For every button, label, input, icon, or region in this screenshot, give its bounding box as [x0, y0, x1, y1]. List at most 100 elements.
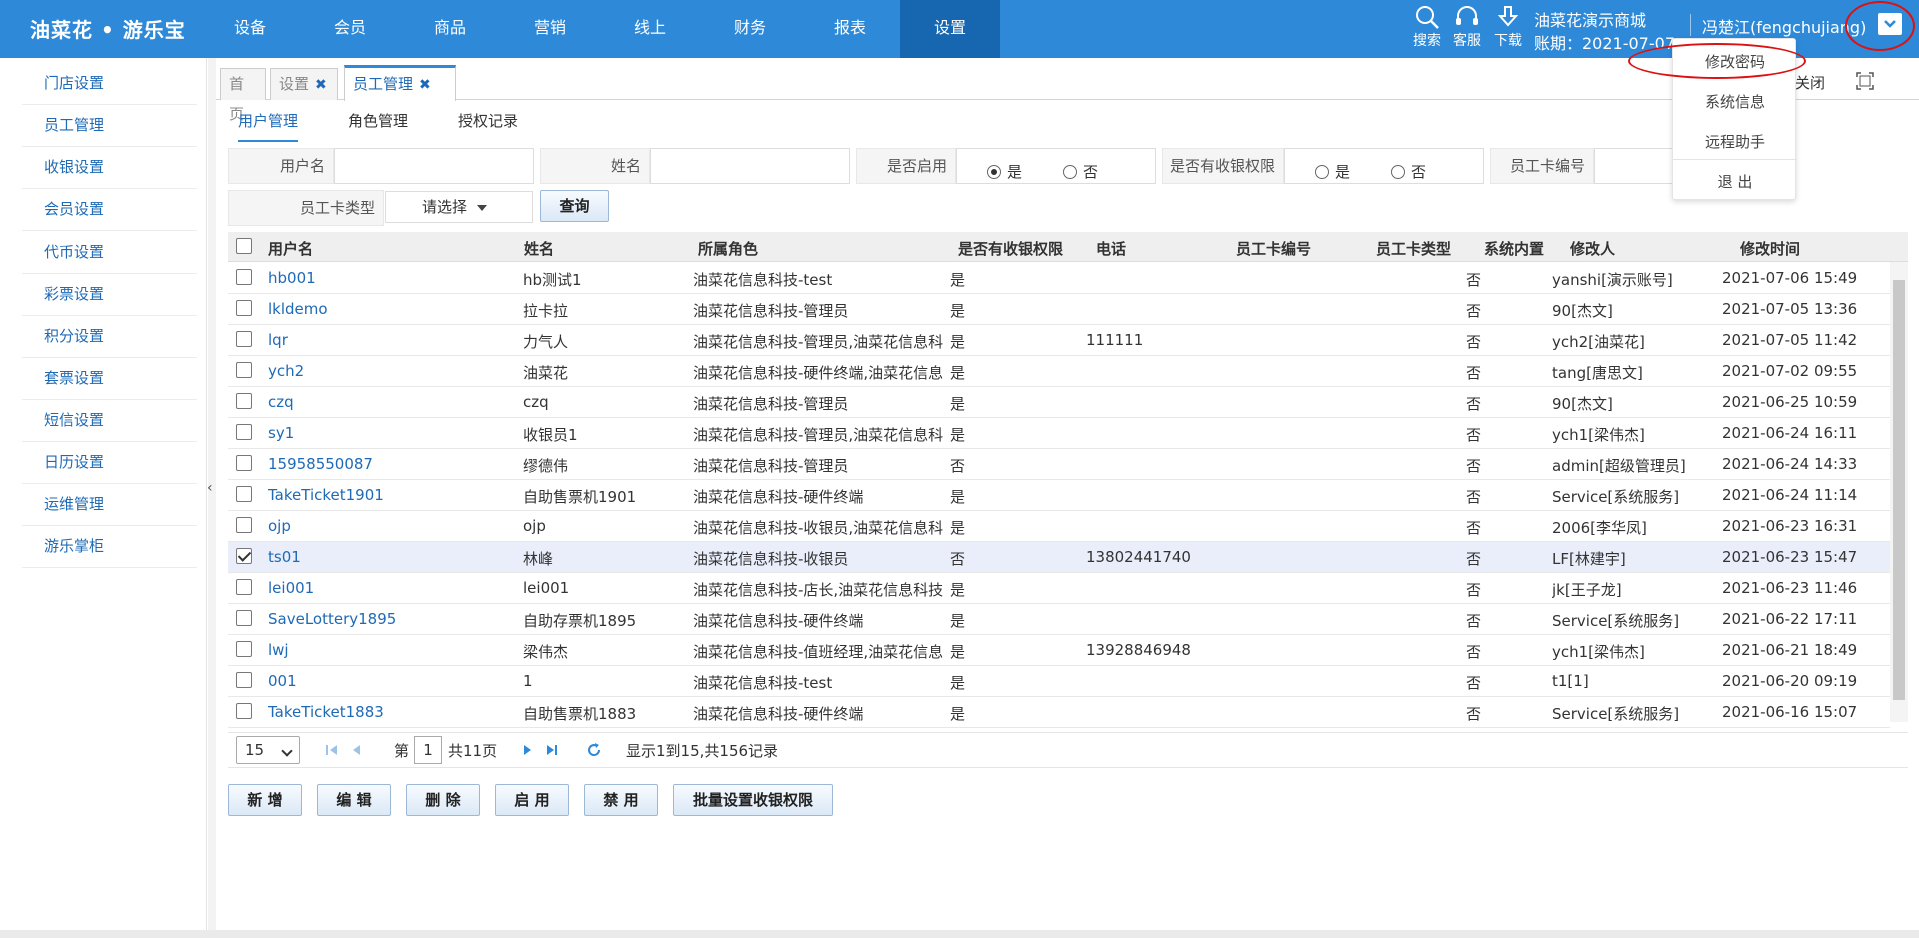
card-type-select[interactable]: 请选择 [385, 191, 533, 223]
table-cell[interactable]: SaveLottery1895 [268, 610, 396, 628]
sidebar-item[interactable]: 运维管理 [44, 493, 104, 514]
nav-item[interactable]: 会员 [300, 0, 400, 58]
close-icon[interactable]: ✖ [315, 77, 327, 93]
close-all-button[interactable]: 关闭 [1795, 72, 1825, 93]
column-header[interactable]: 电话 [1096, 238, 1126, 259]
table-cell[interactable]: TakeTicket1901 [268, 486, 384, 504]
table-row[interactable]: hb001 hb测试1 油菜花信息科技-test 是 否 yanshi[演示账号] 2021… [228, 263, 1890, 294]
column-header[interactable]: 修改人 [1570, 238, 1615, 259]
next-page-icon[interactable] [520, 742, 536, 758]
table-row[interactable]: SaveLottery1895 自助存票机1895 油菜花信息科技-硬件终端 是 否 Se… [228, 604, 1890, 635]
current-user[interactable]: 冯楚江(fengchujiang) [1702, 14, 1866, 38]
column-header[interactable]: 是否有收银权限 [958, 238, 1063, 259]
sidebar-item[interactable]: 短信设置 [44, 409, 104, 430]
row-checkbox[interactable] [236, 610, 252, 626]
scrollbar-thumb[interactable] [1893, 280, 1905, 700]
row-checkbox[interactable] [236, 517, 252, 533]
prev-page-icon[interactable] [348, 742, 364, 758]
sidebar-item[interactable]: 积分设置 [44, 325, 104, 346]
table-row[interactable]: ts01 林峰 油菜花信息科技-收银员 否 13802441740 否 LF[林建宇] 202… [228, 542, 1890, 573]
column-header[interactable]: 员工卡编号 [1236, 238, 1311, 259]
sidebar-item[interactable]: 收银设置 [44, 156, 104, 177]
enabled-no-radio[interactable]: 否 [1063, 161, 1098, 182]
tab-home[interactable]: 首页 [220, 68, 266, 123]
row-checkbox[interactable] [236, 424, 252, 440]
sidebar-item[interactable]: 代币设置 [44, 241, 104, 262]
table-cell[interactable]: lkldemo [268, 300, 328, 318]
support-tool[interactable]: 客服 [1447, 2, 1487, 50]
column-header[interactable]: 修改时间 [1740, 238, 1800, 259]
table-cell[interactable]: TakeTicket1883 [268, 703, 384, 721]
subtab-auth-log[interactable]: 授权记录 [458, 110, 518, 131]
row-checkbox[interactable] [236, 641, 252, 657]
table-cell[interactable]: lei001 [268, 579, 314, 597]
table-cell[interactable]: sy1 [268, 424, 294, 442]
row-checkbox[interactable] [236, 300, 252, 316]
column-header[interactable]: 所属角色 [698, 238, 758, 259]
batch-cashier-button[interactable]: 批量设置收银权限 [673, 784, 833, 816]
cashier-no-radio[interactable]: 否 [1391, 161, 1426, 182]
table-cell[interactable]: lqr [268, 331, 288, 349]
fullscreen-icon[interactable] [1856, 72, 1874, 90]
nav-item[interactable]: 设置 [900, 0, 1000, 58]
subtab-users[interactable]: 用户管理 [238, 110, 299, 142]
sidebar-item[interactable]: 游乐掌柜 [44, 535, 104, 556]
table-cell[interactable]: ych2 [268, 362, 304, 380]
logout-item[interactable]: 退 出 [1673, 171, 1797, 192]
row-checkbox[interactable] [236, 362, 252, 378]
table-row[interactable]: TakeTicket1883 自助售票机1883 油菜花信息科技-硬件终端 是 否 Ser… [228, 697, 1890, 728]
table-row[interactable]: lqr 力气人 油菜花信息科技-管理员,油菜花信息科是 111111 否 ych2[油菜花… [228, 325, 1890, 356]
first-page-icon[interactable] [324, 742, 340, 758]
table-row[interactable]: ojp ojp 油菜花信息科技-收银员,油菜花信息科是 否 2006[李华凤] 2021-… [228, 511, 1890, 542]
nav-item[interactable]: 设备 [200, 0, 300, 58]
sidebar-item[interactable]: 员工管理 [44, 114, 104, 135]
table-cell[interactable]: ojp [268, 517, 291, 535]
add-button[interactable]: 新 增 [228, 784, 302, 816]
row-checkbox[interactable] [236, 672, 252, 688]
refresh-icon[interactable] [586, 742, 602, 758]
row-checkbox[interactable] [236, 455, 252, 471]
table-cell[interactable]: ts01 [268, 548, 301, 566]
username-input[interactable] [334, 148, 534, 184]
sidebar-item[interactable]: 彩票设置 [44, 283, 104, 304]
row-checkbox[interactable] [236, 269, 252, 285]
sidebar-item[interactable]: 会员设置 [44, 198, 104, 219]
table-cell[interactable]: lwj [268, 641, 289, 659]
name-input[interactable] [650, 148, 850, 184]
select-all-checkbox[interactable] [236, 238, 252, 254]
row-checkbox[interactable] [236, 486, 252, 502]
query-button[interactable]: 查询 [540, 190, 609, 222]
nav-item[interactable]: 报表 [800, 0, 900, 58]
row-checkbox[interactable] [236, 331, 252, 347]
table-row[interactable]: TakeTicket1901 自助售票机1901 油菜花信息科技-硬件终端 是 否 Ser… [228, 480, 1890, 511]
card-no-input[interactable] [1594, 148, 1674, 184]
nav-item[interactable]: 财务 [700, 0, 800, 58]
table-cell[interactable]: 001 [268, 672, 297, 690]
sidebar-item[interactable]: 门店设置 [44, 72, 104, 93]
cashier-yes-radio[interactable]: 是 [1315, 161, 1350, 182]
table-row[interactable]: czq czq 油菜花信息科技-管理员 是 否 90[杰文] 2021-06-25 10:5… [228, 387, 1890, 418]
table-row[interactable]: lei001 lei001 油菜花信息科技-店长,油菜花信息科技是 否 jk[王子龙] 2… [228, 573, 1890, 604]
table-row[interactable]: lkldemo 拉卡拉 油菜花信息科技-管理员 是 否 90[杰文] 2021-07-05 … [228, 294, 1890, 325]
sidebar-collapse-icon[interactable]: ‹ [207, 480, 213, 496]
row-checkbox[interactable] [236, 548, 252, 564]
close-icon[interactable]: ✖ [419, 77, 431, 93]
table-cell[interactable]: 15958550087 [268, 455, 373, 473]
column-header[interactable]: 员工卡类型 [1376, 238, 1451, 259]
disable-button[interactable]: 禁 用 [584, 784, 658, 816]
row-checkbox[interactable] [236, 393, 252, 409]
subtab-roles[interactable]: 角色管理 [348, 110, 408, 131]
delete-button[interactable]: 删 除 [406, 784, 480, 816]
column-header[interactable]: 系统内置 [1484, 238, 1544, 259]
nav-item[interactable]: 商品 [400, 0, 500, 58]
nav-item[interactable]: 营销 [500, 0, 600, 58]
table-row[interactable]: sy1 收银员1 油菜花信息科技-管理员,油菜花信息科是 否 ych1[梁伟杰] 2021… [228, 418, 1890, 449]
table-scrollbar[interactable] [1890, 262, 1908, 722]
tab-staff[interactable]: 员工管理 ✖ [344, 65, 456, 101]
enabled-yes-radio[interactable]: 是 [987, 161, 1022, 182]
column-header[interactable]: 姓名 [524, 238, 554, 259]
sidebar-item[interactable]: 日历设置 [44, 451, 104, 472]
row-checkbox[interactable] [236, 579, 252, 595]
nav-item[interactable]: 线上 [600, 0, 700, 58]
edit-button[interactable]: 编 辑 [317, 784, 391, 816]
